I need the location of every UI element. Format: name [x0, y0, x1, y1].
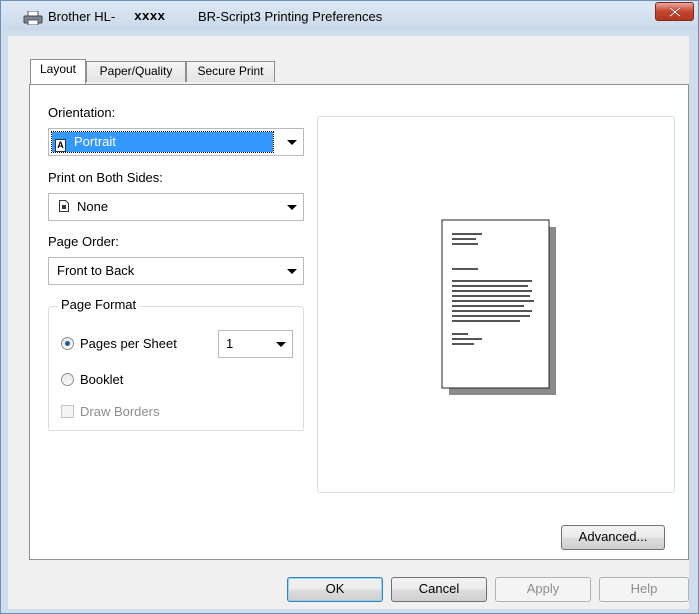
- page-order-value: Front to Back: [57, 263, 135, 278]
- title-bar[interactable]: Brother HL- xxxx BR-Script3 Printing Pre…: [1, 1, 698, 31]
- tab-paper-quality[interactable]: Paper/Quality: [86, 61, 186, 82]
- portrait-icon: A: [55, 139, 66, 152]
- tab-paper-quality-label: Paper/Quality: [99, 64, 173, 78]
- orientation-value: Portrait: [74, 134, 116, 149]
- apply-button[interactable]: Apply: [495, 577, 591, 602]
- print-both-sides-label: Print on Both Sides:: [48, 170, 163, 185]
- pages-per-sheet-radio[interactable]: [61, 337, 74, 350]
- chevron-down-icon: [287, 269, 297, 274]
- advanced-button[interactable]: Advanced...: [561, 525, 665, 550]
- close-icon: [669, 7, 681, 17]
- tab-layout-label: Layout: [39, 62, 77, 76]
- draw-borders-checkbox[interactable]: [61, 405, 74, 418]
- orientation-selected: A Portrait: [51, 131, 274, 153]
- print-both-sides-selected: None: [59, 199, 108, 214]
- page-order-dropdown[interactable]: Front to Back: [48, 257, 304, 285]
- page-preview: [317, 116, 675, 493]
- tab-layout[interactable]: Layout: [30, 59, 86, 84]
- pages-per-sheet-value: 1: [226, 336, 234, 351]
- chevron-down-icon: [287, 140, 297, 145]
- booklet-radio[interactable]: [61, 373, 74, 386]
- help-button[interactable]: Help: [599, 577, 689, 602]
- window-title-prefix: Brother HL-: [48, 9, 116, 24]
- orientation-dropdown[interactable]: A Portrait: [48, 128, 304, 156]
- cancel-button[interactable]: Cancel: [391, 577, 487, 602]
- booklet-label[interactable]: Booklet: [80, 372, 123, 387]
- orientation-label: Orientation:: [48, 105, 116, 120]
- print-both-sides-value: None: [77, 199, 109, 214]
- single-side-icon: [59, 200, 69, 212]
- close-button[interactable]: [655, 2, 694, 21]
- page-format-label: Page Format: [58, 297, 140, 312]
- page-order-label: Page Order:: [48, 234, 119, 249]
- window-title-model: xxxx: [134, 9, 166, 24]
- ok-button[interactable]: OK: [287, 577, 383, 602]
- chevron-down-icon: [276, 342, 286, 347]
- printer-icon: [23, 11, 43, 25]
- tab-secure-print-label: Secure Print: [197, 64, 264, 78]
- window-title-app: BR-Script3 Printing Preferences: [198, 9, 383, 24]
- draw-borders-label: Draw Borders: [80, 404, 160, 419]
- print-both-sides-dropdown[interactable]: None: [48, 193, 304, 221]
- pages-per-sheet-label[interactable]: Pages per Sheet: [80, 336, 177, 351]
- pages-per-sheet-dropdown[interactable]: 1: [218, 330, 293, 358]
- page-preview-image: [441, 219, 556, 395]
- tab-secure-print[interactable]: Secure Print: [186, 61, 275, 82]
- chevron-down-icon: [287, 205, 297, 210]
